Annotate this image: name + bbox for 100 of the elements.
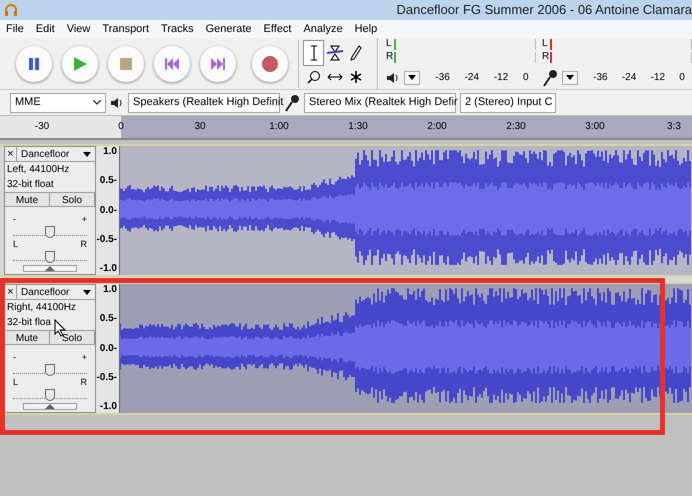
- ruler-label: 30: [194, 120, 206, 134]
- scale-label: -0.5-: [96, 234, 117, 245]
- dropdown[interactable]: MME: [10, 92, 106, 112]
- slider-min-label: -: [13, 353, 16, 362]
- track-name-menu[interactable]: Dancefloor: [17, 284, 95, 300]
- channel-label: L: [386, 39, 393, 49]
- up-triangle-icon: [45, 266, 55, 271]
- track-toggle-button[interactable]: Solo: [50, 193, 95, 206]
- caret-icon: [566, 75, 574, 80]
- track-info-text: 32-bit float: [6, 178, 55, 192]
- menu-item[interactable]: Tracks: [161, 20, 194, 38]
- track-name-menu[interactable]: Dancefloor: [17, 146, 95, 162]
- ruler-label: 1:00: [269, 120, 289, 134]
- ruler-label: 1:30: [348, 120, 368, 134]
- window-title: Dancefloor FG Summer 2006 - 06 Antoine Clamara: [396, 1, 692, 20]
- meter-tick-label: -36: [593, 71, 608, 85]
- channel-label: R: [542, 52, 550, 62]
- microphone-icon: [542, 68, 558, 86]
- record-icon: [261, 54, 279, 72]
- meter-tick-label: -12: [650, 71, 666, 85]
- stop-icon: [119, 56, 133, 70]
- slider-thumb[interactable]: [45, 226, 55, 238]
- scale-label: 1.0: [103, 147, 117, 157]
- scale-label: -1.0: [100, 402, 117, 412]
- close-button[interactable]: ×: [5, 285, 17, 299]
- transport-button[interactable]: [154, 46, 190, 82]
- collapse-button[interactable]: [23, 403, 77, 410]
- caret-icon: [83, 290, 91, 294]
- meter-tick-label: 0: [523, 71, 529, 85]
- pencil-icon: [350, 44, 362, 60]
- ruler-label: 2:30: [506, 120, 526, 134]
- ruler-label: 2:00: [427, 120, 447, 134]
- scale-label: -1.0: [100, 264, 117, 274]
- dropdown[interactable]: Stereo Mix (Realtek High Defir: [304, 92, 456, 112]
- channel-label: L: [542, 39, 549, 49]
- meter-tick-label: -24: [622, 71, 636, 85]
- ruler-label: 3:00: [585, 120, 605, 134]
- envelope-icon: [326, 44, 344, 60]
- transport-button[interactable]: [62, 46, 98, 82]
- skip-to-start-icon: [164, 56, 180, 70]
- scale-label: 0.5-: [100, 176, 117, 186]
- track-info-text: Right, 44100Hz: [6, 301, 77, 315]
- transport-button[interactable]: [16, 46, 52, 82]
- headphones-icon: [4, 3, 18, 17]
- slider-track[interactable]: [13, 224, 87, 236]
- dropdown[interactable]: 2 (Stereo) Input C: [460, 92, 556, 112]
- asterisk-icon: [349, 70, 364, 84]
- slider-max-label: R: [80, 240, 87, 249]
- slider-thumb[interactable]: [45, 364, 55, 376]
- slider-min-label: L: [13, 240, 18, 249]
- slider-thumb[interactable]: [45, 251, 55, 263]
- double-arrow-icon: [326, 72, 343, 80]
- slider-thumb[interactable]: [45, 389, 55, 401]
- menu-item[interactable]: View: [66, 20, 90, 38]
- caret-icon: [408, 75, 416, 80]
- ruler-label: 0: [118, 120, 124, 134]
- menu-item[interactable]: Transport: [102, 20, 150, 38]
- scale-label: 0.0-: [100, 344, 117, 354]
- scale-label: 0.0-: [100, 206, 117, 216]
- meter-tick-label: -12: [494, 71, 508, 85]
- track-toggle-button[interactable]: Mute: [5, 331, 50, 344]
- slider-max-label: +: [82, 353, 87, 362]
- speaker-icon: [110, 96, 124, 108]
- slider-max-label: +: [82, 215, 87, 224]
- slider-track[interactable]: [13, 362, 87, 374]
- menu-item[interactable]: Effect: [264, 20, 292, 38]
- meter-tick-label: -36: [435, 71, 450, 85]
- ruler-label: 3:3: [667, 120, 681, 134]
- ruler-label: -30: [34, 120, 50, 134]
- track-toggle-button[interactable]: Solo: [50, 331, 95, 344]
- meter-tick-label: 0: [679, 71, 685, 85]
- menu-item[interactable]: Help: [354, 20, 378, 38]
- track-info-text: Left, 44100Hz: [6, 163, 70, 177]
- dropdown-button[interactable]: [404, 70, 420, 84]
- transport-button[interactable]: [252, 46, 288, 82]
- meter-tick-label: -24: [464, 71, 480, 85]
- menu-item[interactable]: Analyze: [303, 20, 343, 38]
- menu-item[interactable]: Edit: [36, 20, 55, 38]
- track-info-text: 32-bit floa: [6, 316, 52, 330]
- transport-button[interactable]: [200, 46, 236, 82]
- skip-to-end-icon: [210, 56, 226, 70]
- scale-label: 0.5-: [100, 314, 117, 324]
- pause-icon: [27, 56, 41, 70]
- menu-item[interactable]: Generate: [206, 20, 252, 38]
- slider-min-label: -: [13, 215, 16, 224]
- microphone-icon: [284, 94, 300, 112]
- selection-tool-button[interactable]: [303, 40, 324, 66]
- dropdown-button[interactable]: [562, 70, 578, 84]
- caret-icon: [83, 152, 91, 156]
- scale-label: 1.0: [103, 285, 117, 295]
- track-toggle-button[interactable]: Mute: [5, 193, 50, 206]
- chevron-icon: [93, 100, 101, 105]
- slider-track[interactable]: [13, 387, 87, 399]
- collapse-button[interactable]: [23, 265, 77, 272]
- up-triangle-icon: [45, 404, 55, 409]
- slider-track[interactable]: [13, 249, 87, 261]
- play-icon: [72, 56, 88, 72]
- close-button[interactable]: ×: [5, 147, 17, 161]
- menu-item[interactable]: File: [6, 20, 24, 38]
- channel-label: R: [386, 52, 394, 62]
